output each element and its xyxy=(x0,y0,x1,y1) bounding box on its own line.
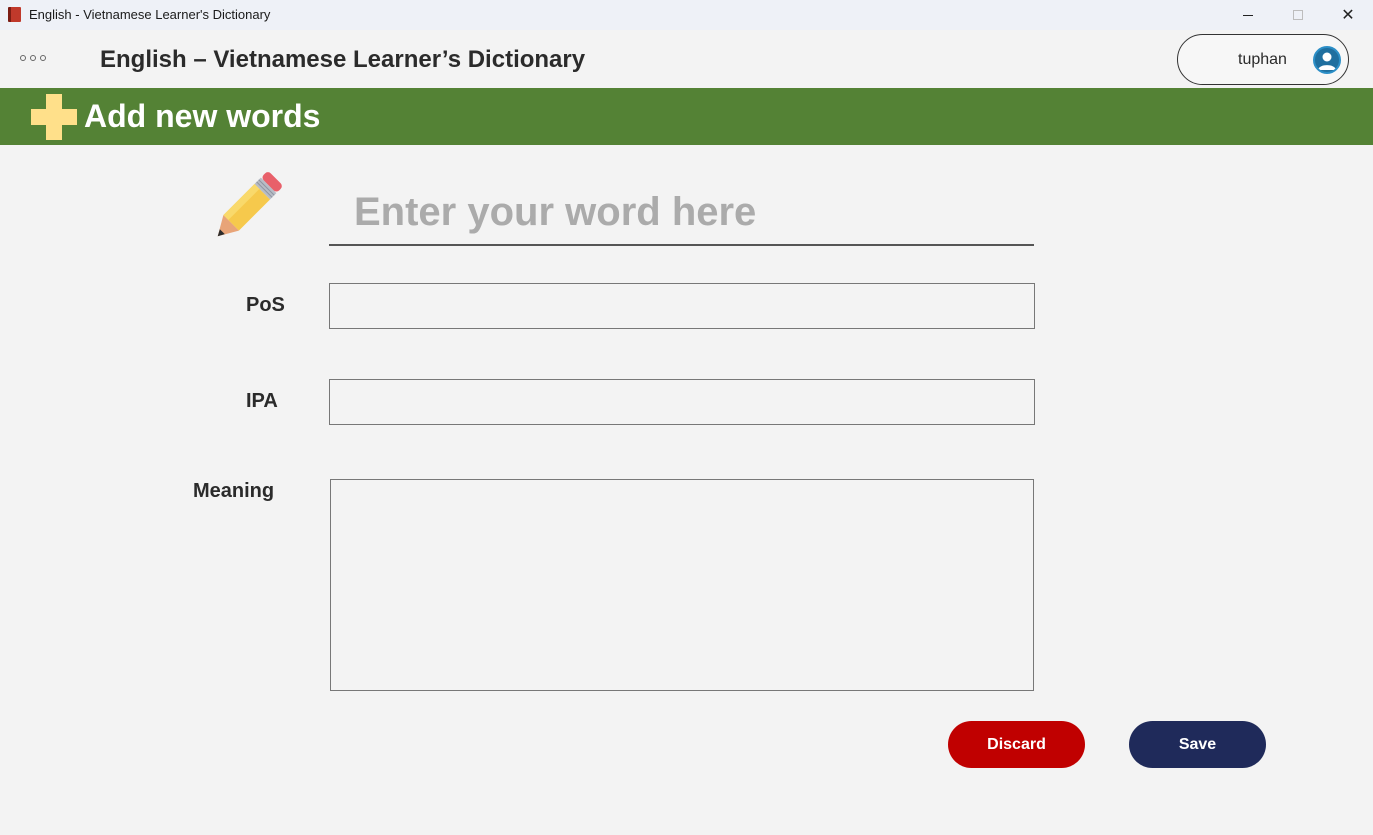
user-avatar-icon xyxy=(1313,46,1341,74)
plus-icon xyxy=(31,94,77,140)
word-input[interactable] xyxy=(329,180,1034,246)
pencil-icon xyxy=(217,172,282,237)
book-icon xyxy=(8,7,21,22)
window-titlebar: English - Vietnamese Learner's Dictionar… xyxy=(0,0,1373,30)
pos-label: PoS xyxy=(246,294,285,316)
user-profile-button[interactable]: tuphan xyxy=(1177,34,1349,85)
close-icon: ✕ xyxy=(1341,5,1355,24)
meaning-textarea[interactable] xyxy=(330,479,1034,691)
page-banner: Add new words xyxy=(0,88,1373,145)
minimize-button[interactable] xyxy=(1223,0,1273,30)
meaning-label: Meaning xyxy=(193,480,275,502)
maximize-button[interactable] xyxy=(1273,0,1323,30)
minimize-icon xyxy=(1243,14,1253,16)
save-button[interactable]: Save xyxy=(1129,721,1266,768)
window-title: English - Vietnamese Learner's Dictionar… xyxy=(29,7,271,22)
page-title: Add new words xyxy=(84,98,321,134)
ipa-label: IPA xyxy=(246,390,278,412)
pos-field[interactable] xyxy=(329,283,1035,329)
app-title: English – Vietnamese Learner’s Dictionar… xyxy=(100,46,586,73)
user-name: tuphan xyxy=(1238,51,1287,68)
close-button[interactable]: ✕ xyxy=(1323,0,1373,30)
ipa-field[interactable] xyxy=(329,379,1035,425)
discard-button[interactable]: Discard xyxy=(948,721,1085,768)
maximize-icon xyxy=(1293,10,1303,20)
app-header: English – Vietnamese Learner’s Dictionar… xyxy=(0,30,1373,88)
more-dots-icon[interactable] xyxy=(20,55,46,61)
